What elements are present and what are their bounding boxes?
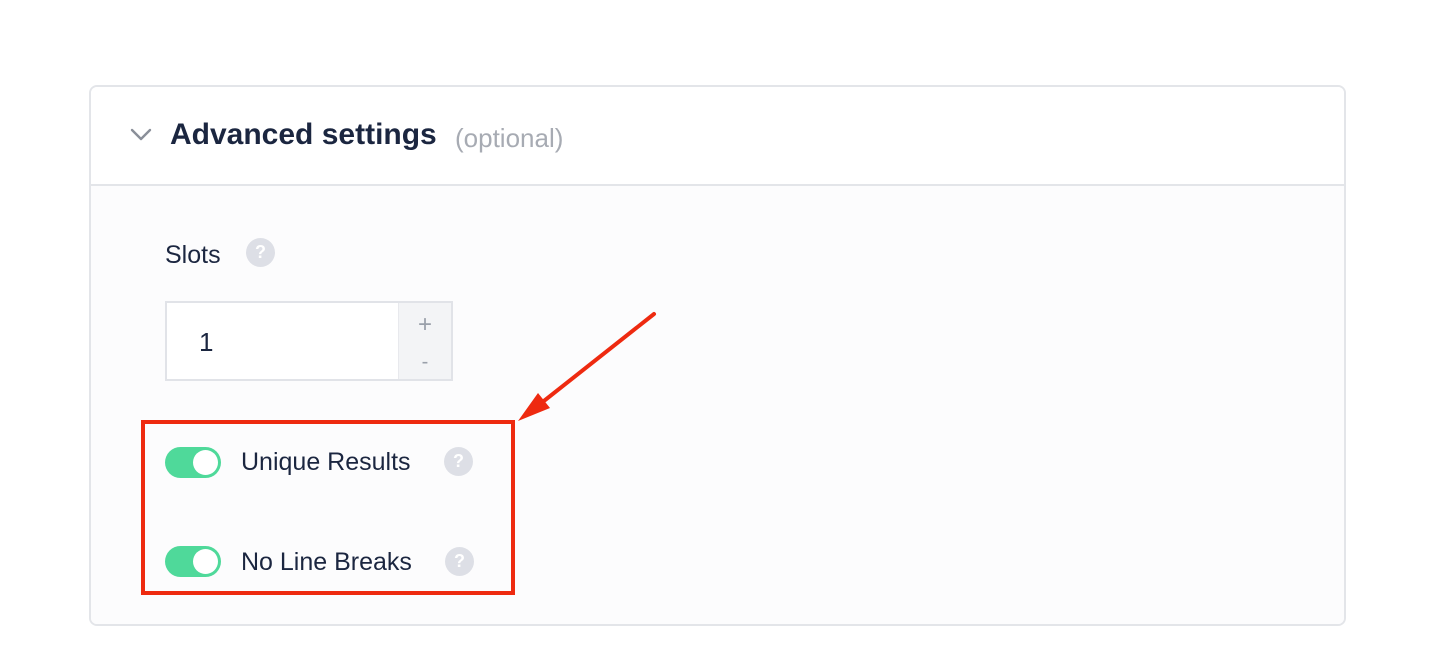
stepper-controls: + -	[398, 303, 451, 379]
slots-label: Slots	[165, 241, 221, 269]
page: Advanced settings (optional) Slots ? 1 +…	[0, 0, 1452, 654]
increment-button[interactable]: +	[399, 306, 451, 344]
slots-value[interactable]: 1	[199, 327, 213, 358]
slots-help-icon[interactable]: ?	[246, 238, 275, 267]
slots-stepper[interactable]: 1 + -	[165, 301, 453, 381]
chevron-down-icon[interactable]	[129, 123, 153, 147]
section-title: Advanced settings	[170, 118, 437, 151]
optional-label: (optional)	[455, 123, 564, 153]
decrement-button[interactable]: -	[399, 343, 451, 381]
annotation-highlight-box	[141, 420, 515, 595]
advanced-settings-header[interactable]: Advanced settings (optional)	[91, 87, 1344, 186]
